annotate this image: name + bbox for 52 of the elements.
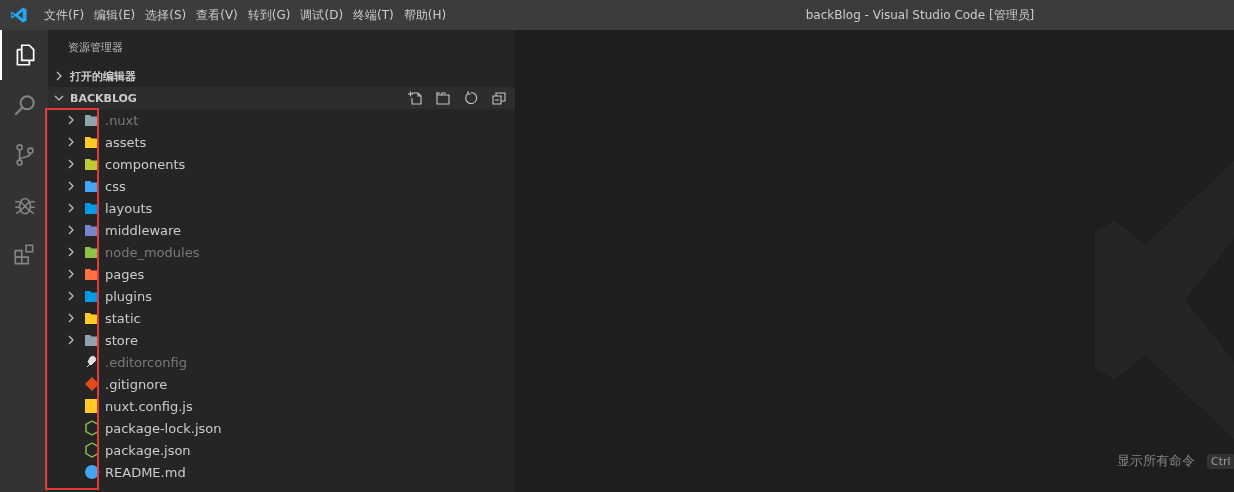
file-tree-item[interactable]: .editorconfig xyxy=(48,351,515,373)
menu-item[interactable]: 帮助(H) xyxy=(399,4,451,26)
folder-icon xyxy=(84,244,100,260)
key-badge: Ctrl xyxy=(1207,453,1234,469)
hexagon-file-icon xyxy=(84,442,100,458)
sidebar-title: 资源管理器 xyxy=(67,40,124,56)
folder-icon xyxy=(84,156,100,172)
file-tree-item[interactable]: layouts xyxy=(48,197,515,219)
file-tree-item[interactable]: plugins xyxy=(48,285,515,307)
folder-icon xyxy=(84,178,100,194)
file-tree-item[interactable]: README.md xyxy=(48,461,515,483)
menu-item[interactable]: 终端(T) xyxy=(349,4,398,26)
menu-item[interactable]: 选择(S) xyxy=(141,4,191,26)
command-hint: 显示所有命令 xyxy=(1117,452,1195,470)
folder-icon xyxy=(84,288,100,304)
collapse-all-icon[interactable] xyxy=(491,90,507,106)
file-tree-item[interactable]: components xyxy=(48,153,515,175)
file-tree-item[interactable]: .gitignore xyxy=(48,373,515,395)
folder-icon xyxy=(84,112,100,128)
folder-icon xyxy=(84,310,100,326)
folder-icon xyxy=(84,332,100,348)
folder-icon xyxy=(84,266,100,282)
folder-icon xyxy=(84,222,100,238)
menu-item[interactable]: 调试(D) xyxy=(296,4,348,26)
menu-item[interactable]: 文件(F) xyxy=(40,4,89,26)
file-tree-item[interactable]: package-lock.json xyxy=(48,417,515,439)
menu-item[interactable]: 转到(G) xyxy=(243,4,295,26)
window-title: backBlog - Visual Studio Code [管理员] xyxy=(804,7,1036,24)
menu-item[interactable]: 编辑(E) xyxy=(90,4,140,26)
file-tree-item[interactable]: package.json xyxy=(48,439,515,461)
file-tree-item[interactable]: nuxt.config.js xyxy=(48,395,515,417)
section-header[interactable]: BACKBLOG xyxy=(48,87,515,109)
new-file-icon[interactable] xyxy=(407,90,423,106)
refresh-icon[interactable] xyxy=(463,90,479,106)
file-tree-item[interactable]: assets xyxy=(48,131,515,153)
search-icon xyxy=(12,92,38,118)
file-tree-item[interactable]: css xyxy=(48,175,515,197)
file-tree-item[interactable]: node_modules xyxy=(48,241,515,263)
app-logo-icon xyxy=(10,6,28,24)
file-tree-item[interactable]: pages xyxy=(48,263,515,285)
file-tree-item[interactable]: middleware xyxy=(48,219,515,241)
menu-item[interactable]: 查看(V) xyxy=(192,4,242,26)
section-header[interactable]: 打开的编辑器 xyxy=(48,65,515,87)
info-icon xyxy=(84,464,100,480)
file-tree-item[interactable]: .nuxt xyxy=(48,109,515,131)
new-folder-icon[interactable] xyxy=(435,90,451,106)
hexagon-file-icon xyxy=(84,420,100,436)
git-file-icon xyxy=(84,376,100,392)
folder-icon xyxy=(84,200,100,216)
file-tree-item[interactable]: static xyxy=(48,307,515,329)
folder-icon xyxy=(84,134,100,150)
file-tree-item[interactable]: store xyxy=(48,329,515,351)
